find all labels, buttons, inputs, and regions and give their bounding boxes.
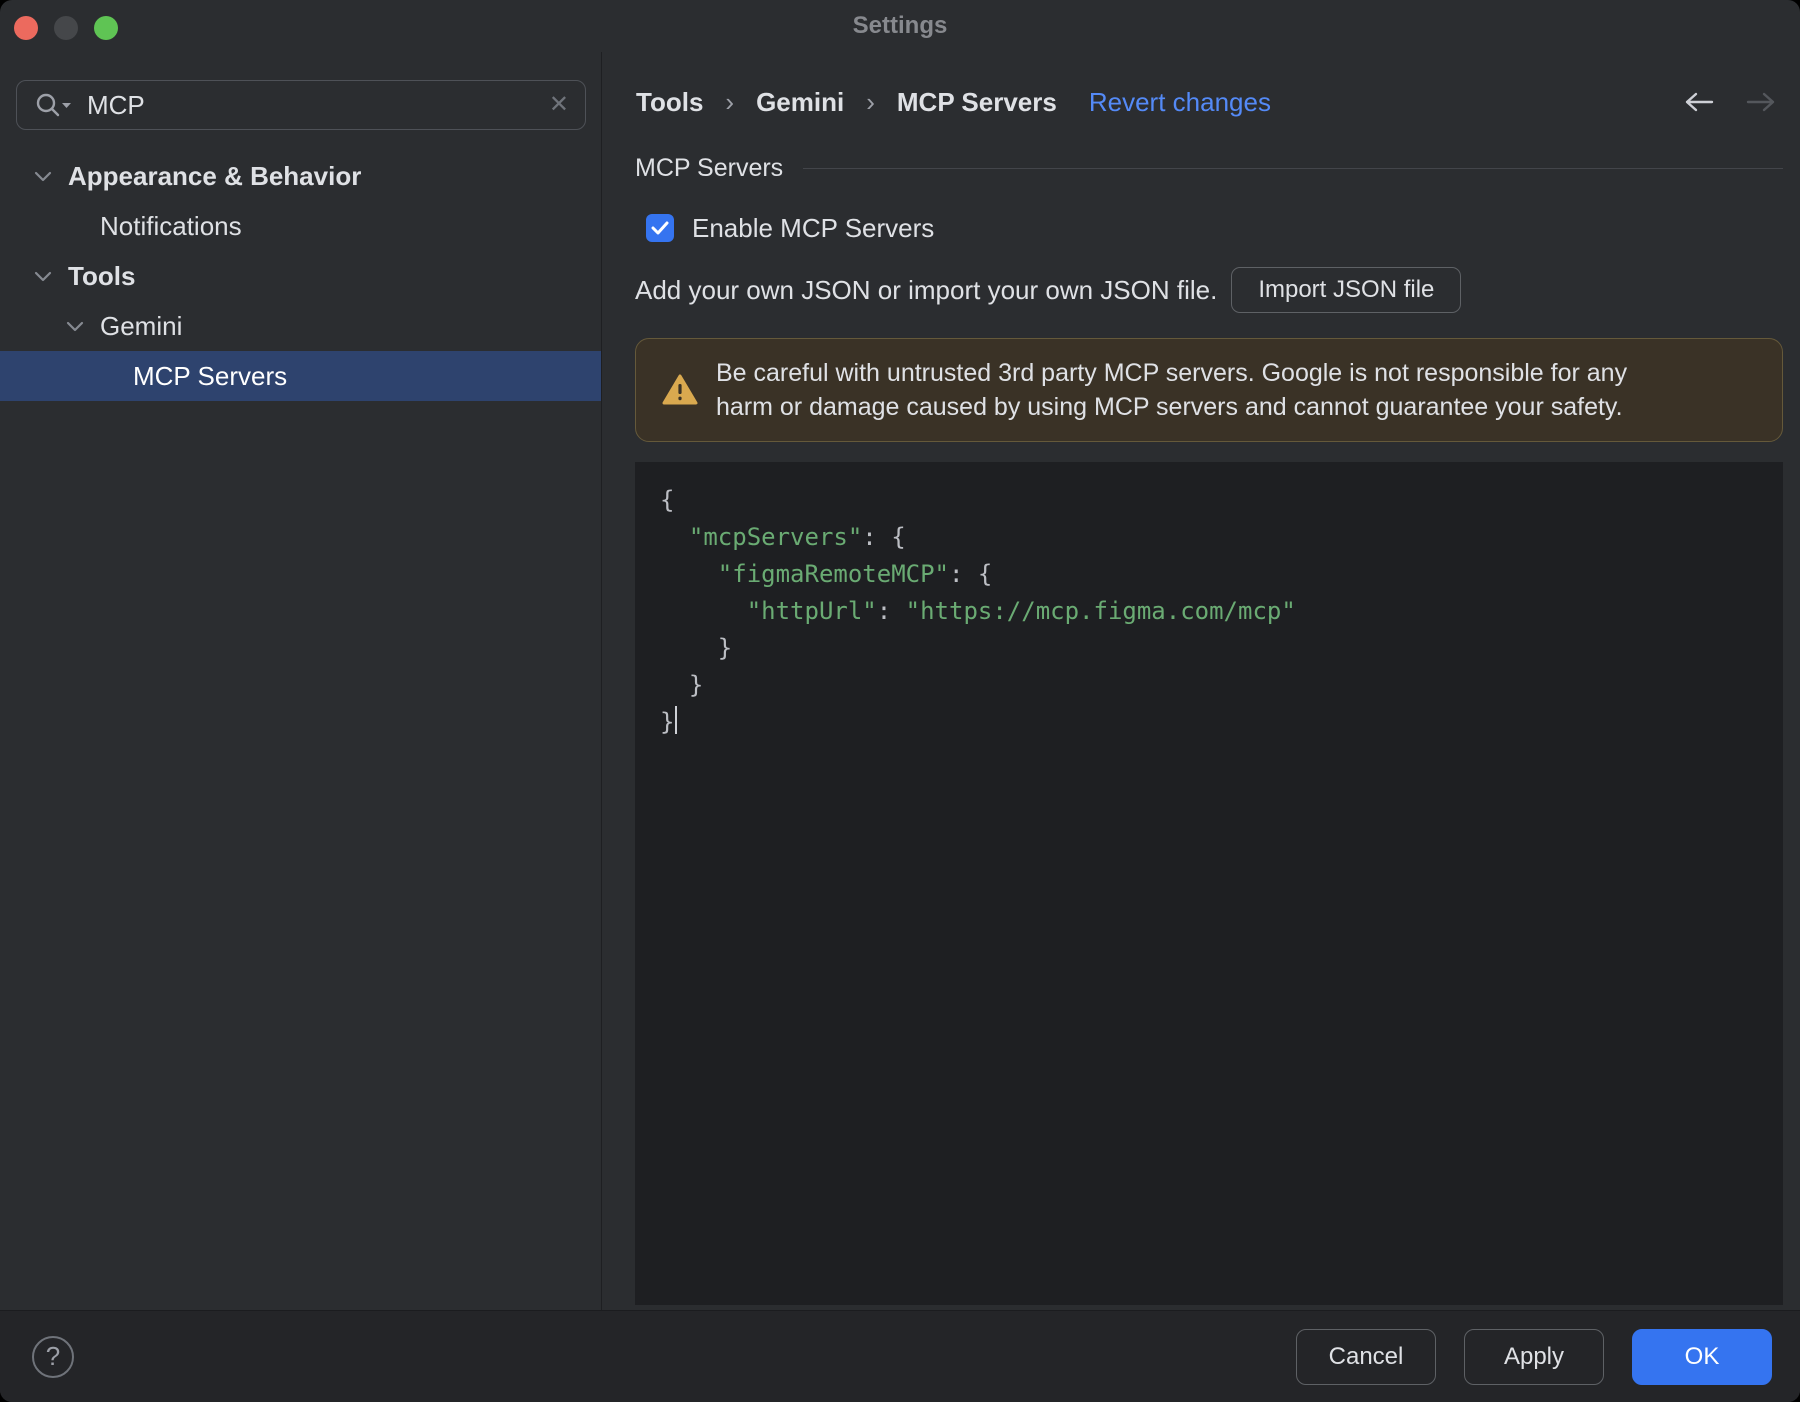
import-json-file-button[interactable]: Import JSON file	[1231, 267, 1462, 313]
sidebar-item-label: MCP Servers	[133, 360, 288, 391]
footer-buttons: Cancel Apply OK	[1296, 1328, 1772, 1385]
ok-button[interactable]: OK	[1632, 1328, 1772, 1385]
sidebar-item-appearance-behavior[interactable]: Appearance & Behavior	[0, 151, 601, 201]
breadcrumb: Tools › Gemini › MCP Servers Revert chan…	[636, 80, 1783, 124]
window-title: Settings	[852, 12, 948, 39]
back-arrow-icon[interactable]	[1683, 90, 1715, 114]
breadcrumb-item-tools[interactable]: Tools	[636, 87, 703, 118]
warning-icon	[662, 374, 698, 406]
warning-text: Be careful with untrusted 3rd party MCP …	[716, 356, 1627, 424]
sidebar-item-label: Tools	[68, 260, 136, 291]
code-editor-content[interactable]: { "mcpServers": { "figmaRemoteMCP": { "h…	[660, 482, 1758, 741]
enable-mcp-servers-checkbox[interactable]	[646, 214, 674, 242]
settings-sidebar: MCP ✕ Appearance & Behavior Notification…	[0, 52, 602, 1310]
settings-window: Settings MCP ✕ Appearance & Behavior Not…	[0, 0, 1800, 1402]
mcp-json-editor[interactable]: { "mcpServers": { "figmaRemoteMCP": { "h…	[635, 462, 1783, 1305]
sidebar-item-notifications[interactable]: Notifications	[0, 201, 601, 251]
sidebar-item-tools[interactable]: Tools	[0, 251, 601, 301]
breadcrumb-item-mcp-servers[interactable]: MCP Servers	[897, 87, 1057, 118]
settings-tree: Appearance & Behavior Notifications Tool…	[0, 151, 601, 401]
search-icon	[33, 91, 73, 119]
settings-content: Tools › Gemini › MCP Servers Revert chan…	[602, 52, 1800, 1310]
warning-text-line: Be careful with untrusted 3rd party MCP …	[716, 359, 1628, 387]
mcp-servers-section-header: MCP Servers	[635, 150, 1783, 186]
help-button[interactable]: ?	[32, 1335, 74, 1378]
search-input-value[interactable]: MCP	[87, 90, 549, 121]
code-line: }	[660, 704, 1758, 741]
cancel-button[interactable]: Cancel	[1296, 1328, 1436, 1385]
chevron-down-icon[interactable]	[66, 321, 84, 332]
code-line: "figmaRemoteMCP": {	[717, 560, 993, 588]
code-line: {	[660, 486, 675, 514]
minimize-window-button[interactable]	[54, 16, 78, 40]
clear-search-icon[interactable]: ✕	[549, 93, 569, 117]
code-line: }	[660, 671, 704, 699]
breadcrumb-separator-icon: ›	[866, 86, 875, 117]
sidebar-item-gemini[interactable]: Gemini	[0, 301, 601, 351]
titlebar: Settings	[0, 0, 1800, 52]
chevron-down-icon[interactable]	[34, 171, 52, 182]
sidebar-item-mcp-servers[interactable]: MCP Servers	[0, 351, 601, 401]
history-navigation	[1683, 90, 1777, 114]
warning-text-line: harm or damage caused by using MCP serve…	[716, 393, 1623, 421]
import-row: Add your own JSON or import your own JSO…	[635, 267, 1462, 313]
code-line: "httpUrl": "https://mcp.figma.com/mcp"	[746, 597, 1296, 625]
breadcrumb-item-gemini[interactable]: Gemini	[756, 87, 844, 118]
revert-changes-link[interactable]: Revert changes	[1089, 87, 1271, 118]
help-question-mark: ?	[45, 1341, 61, 1371]
forward-arrow-icon[interactable]	[1745, 90, 1777, 114]
close-window-button[interactable]	[14, 16, 38, 40]
code-line: }	[660, 634, 733, 662]
import-json-text: Add your own JSON or import your own JSO…	[635, 274, 1218, 305]
traffic-lights	[14, 16, 118, 40]
chevron-down-icon[interactable]	[34, 271, 52, 282]
dialog-footer: ? Cancel Apply OK	[0, 1310, 1800, 1402]
zoom-window-button[interactable]	[94, 16, 118, 40]
sidebar-item-label: Notifications	[100, 210, 242, 241]
breadcrumb-separator-icon: ›	[725, 86, 735, 117]
warning-banner: Be careful with untrusted 3rd party MCP …	[635, 338, 1783, 442]
apply-button[interactable]: Apply	[1464, 1328, 1604, 1385]
section-divider	[803, 167, 1783, 169]
enable-mcp-servers-row[interactable]: Enable MCP Servers	[646, 208, 934, 248]
settings-search-field[interactable]: MCP ✕	[16, 80, 586, 130]
sidebar-item-label: Gemini	[100, 310, 183, 341]
checkbox-label: Enable MCP Servers	[692, 212, 935, 243]
text-caret	[675, 706, 678, 734]
window-body: MCP ✕ Appearance & Behavior Notification…	[0, 52, 1800, 1310]
section-title: MCP Servers	[635, 153, 784, 182]
sidebar-item-label: Appearance & Behavior	[68, 160, 362, 191]
code-line: "mcpServers": {	[688, 523, 906, 551]
